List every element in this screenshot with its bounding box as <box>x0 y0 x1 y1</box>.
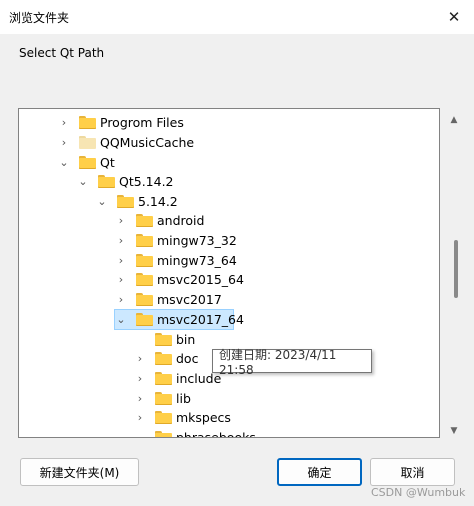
tree-item-label: mingw73_64 <box>157 252 237 268</box>
folder-icon <box>136 272 153 286</box>
tree-item-label: Qt5.14.2 <box>119 173 174 189</box>
tree-item-msvc2017-64[interactable]: ⌄ msvc2017_64 <box>114 309 244 329</box>
chevron-right-icon <box>133 329 147 349</box>
folder-icon <box>136 253 153 267</box>
folder-icon <box>155 332 172 346</box>
scroll-up-icon[interactable]: ▲ <box>442 112 466 128</box>
tree-item-5-14-2[interactable]: ⌄ 5.14.2 <box>95 191 178 211</box>
tree-item-mkspecs[interactable]: › mkspecs <box>133 407 231 427</box>
chevron-right-icon[interactable]: › <box>114 230 128 250</box>
folder-icon <box>136 292 153 306</box>
scrollbar-thumb[interactable] <box>454 240 458 298</box>
tree-item-include[interactable]: › include <box>133 368 222 388</box>
folder-icon <box>155 371 172 385</box>
tree-item-progrom-files[interactable]: › Progrom Files <box>57 112 184 132</box>
tree-item-qqmusiccache[interactable]: › QQMusicCache <box>57 132 194 152</box>
folder-icon <box>155 430 172 437</box>
tree-item-label: 5.14.2 <box>138 193 178 209</box>
tree-item-label: Qt <box>100 154 115 170</box>
chevron-down-icon[interactable]: ⌄ <box>114 309 128 329</box>
tree-item-msvc2017[interactable]: › msvc2017 <box>114 289 222 309</box>
chevron-right-icon[interactable]: › <box>57 132 71 152</box>
chevron-right-icon[interactable]: › <box>57 112 71 132</box>
new-folder-button[interactable]: 新建文件夹(M) <box>20 458 139 486</box>
folder-icon <box>136 312 153 326</box>
tree-item-label: lib <box>176 390 191 406</box>
tree-item-label: msvc2017 <box>157 291 222 307</box>
folder-icon <box>117 194 134 208</box>
watermark: CSDN @Wumbuk <box>371 486 466 499</box>
chevron-down-icon[interactable]: ⌄ <box>76 171 90 191</box>
close-icon[interactable]: ✕ <box>434 0 474 34</box>
folder-icon <box>98 174 115 188</box>
tree-item-bin[interactable]: bin <box>133 329 195 349</box>
tree-item-android[interactable]: › android <box>114 210 205 230</box>
tree-item-label: phrasebooks <box>176 429 256 438</box>
tree-item-label: mingw73_32 <box>157 232 237 248</box>
tree-item-label: doc <box>176 350 199 366</box>
window-title: 浏览文件夹 <box>9 11 70 25</box>
chevron-right-icon[interactable]: › <box>133 407 147 427</box>
tree-item-mingw73-64[interactable]: › mingw73_64 <box>114 250 237 270</box>
tree-item-mingw73-32[interactable]: › mingw73_32 <box>114 230 237 250</box>
tree-item-lib[interactable]: › lib <box>133 388 191 408</box>
folder-icon <box>79 135 96 149</box>
tree-item-label: android <box>157 212 205 228</box>
chevron-right-icon[interactable]: › <box>114 289 128 309</box>
tree-item-label: msvc2017_64 <box>157 311 244 327</box>
title-bar: 浏览文件夹 ✕ <box>0 0 474 34</box>
tree-item-doc[interactable]: › doc <box>133 348 199 368</box>
tree-item-qt[interactable]: ⌄ Qt <box>57 152 115 172</box>
chevron-right-icon[interactable]: › <box>133 368 147 388</box>
folder-icon <box>155 410 172 424</box>
chevron-right-icon <box>133 427 147 437</box>
dialog-prompt: Select Qt Path <box>19 46 105 60</box>
tooltip: 创建日期: 2023/4/11 21:58 <box>212 348 372 377</box>
scroll-down-icon[interactable]: ▼ <box>442 423 466 439</box>
tree-item-msvc2015-64[interactable]: › msvc2015_64 <box>114 269 244 289</box>
folder-icon <box>79 115 96 129</box>
chevron-down-icon[interactable]: ⌄ <box>57 152 71 172</box>
folder-icon <box>136 213 153 227</box>
cancel-button[interactable]: 取消 <box>370 458 455 486</box>
tree-item-label: mkspecs <box>176 409 231 425</box>
chevron-right-icon[interactable]: › <box>114 210 128 230</box>
chevron-right-icon[interactable]: › <box>114 250 128 270</box>
tree-item-label: bin <box>176 331 196 347</box>
chevron-right-icon[interactable]: › <box>114 269 128 289</box>
folder-tree[interactable]: › Progrom Files › QQMusicCache ⌄ Qt ⌄ Qt… <box>18 108 440 438</box>
folder-icon <box>155 391 172 405</box>
folder-icon <box>136 233 153 247</box>
tree-item-label: Progrom Files <box>100 114 184 130</box>
chevron-right-icon[interactable]: › <box>133 348 147 368</box>
tree-item-label: msvc2015_64 <box>157 271 244 287</box>
chevron-down-icon[interactable]: ⌄ <box>95 191 109 211</box>
folder-icon <box>79 155 96 169</box>
folder-icon <box>155 351 172 365</box>
tree-item-phrasebooks[interactable]: phrasebooks <box>133 427 256 438</box>
ok-button[interactable]: 确定 <box>277 458 362 486</box>
tree-item-label: QQMusicCache <box>100 134 195 150</box>
tree-item-qt5-14-2[interactable]: ⌄ Qt5.14.2 <box>76 171 174 191</box>
chevron-right-icon[interactable]: › <box>133 388 147 408</box>
